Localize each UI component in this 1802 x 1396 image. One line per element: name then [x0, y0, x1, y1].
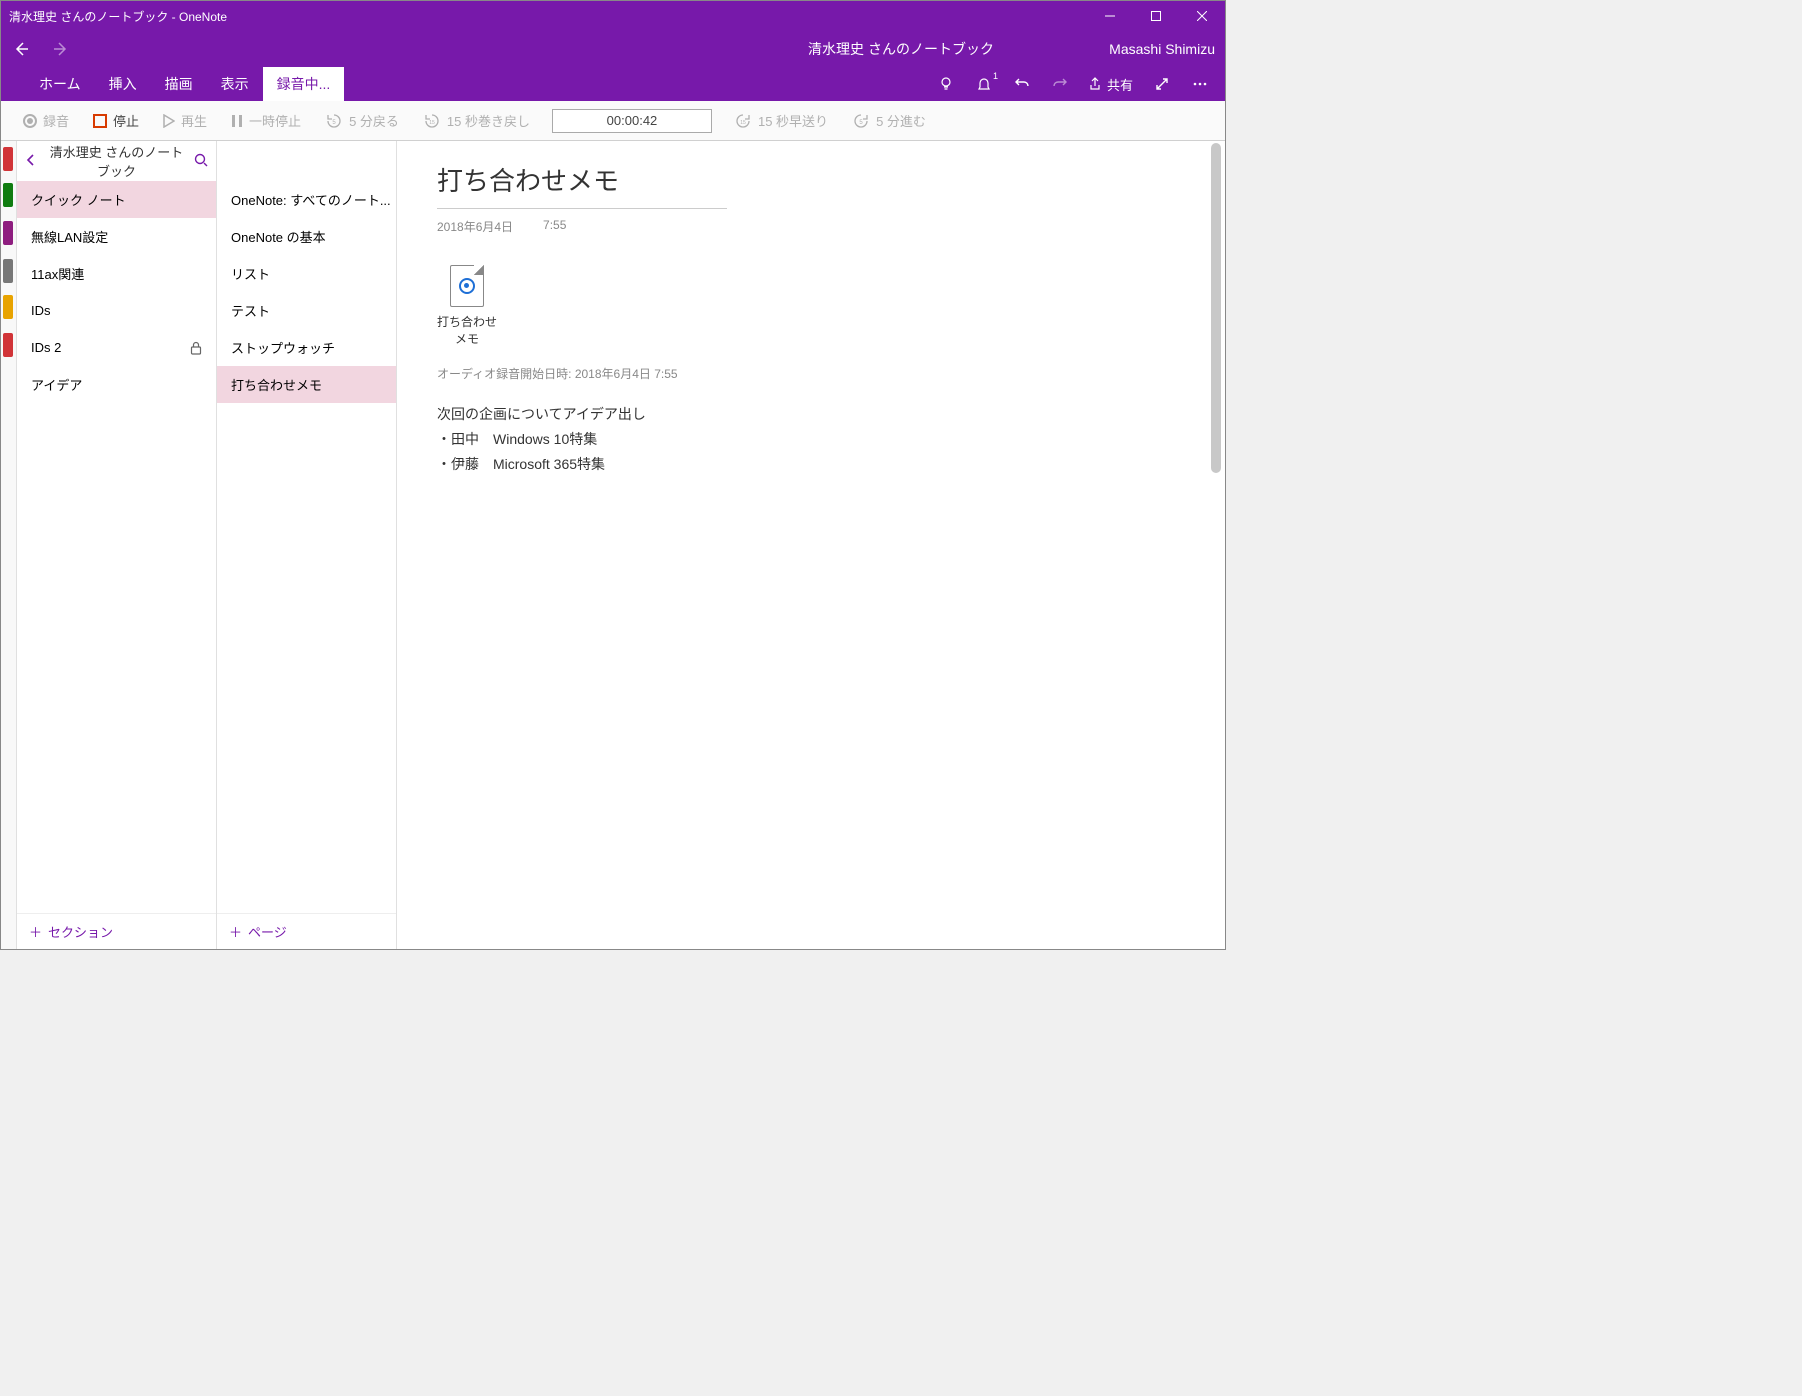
fwd-5min-button: 55 分進む	[842, 105, 936, 137]
page-item[interactable]: 打ち合わせメモ	[217, 366, 396, 403]
pause-icon	[231, 114, 243, 128]
header-row: 清水理史 さんのノートブック Masashi Shimizu	[1, 31, 1225, 67]
audio-start-info: オーディオ録音開始日時: 2018年6月4日 7:55	[437, 365, 1185, 382]
pages-panel: OneNote: すべてのノート... OneNote の基本 リスト テスト …	[217, 141, 397, 949]
notification-badge: 1	[993, 71, 998, 81]
titlebar: 清水理史 さんのノートブック - OneNote	[1, 1, 1225, 31]
gutter-tab[interactable]	[3, 147, 13, 171]
page-item[interactable]: リスト	[217, 255, 396, 292]
section-item[interactable]: アイデア	[17, 366, 216, 403]
tab-insert[interactable]: 挿入	[95, 67, 151, 101]
svg-text:15: 15	[740, 120, 746, 126]
tabs: ホーム 挿入 描画 表示 録音中...	[1, 67, 344, 101]
recording-timer: 00:00:42	[552, 109, 712, 133]
note-body[interactable]: 次回の企画についてアイデア出し ・田中 Windows 10特集 ・伊藤 Mic…	[437, 402, 1185, 478]
body: 清水理史 さんのノートブック クイック ノート 無線LAN設定 11ax関連 I…	[1, 141, 1225, 949]
forward-icon: 5	[852, 112, 870, 130]
nav-back-button[interactable]	[1, 31, 41, 67]
maximize-button[interactable]	[1133, 1, 1179, 31]
page-canvas[interactable]: 打ち合わせメモ 2018年6月4日 7:55 打ち合わせ メモ オーディオ録音開…	[397, 141, 1225, 949]
stop-button[interactable]: 停止	[83, 105, 149, 137]
rewind-icon: 5	[325, 112, 343, 130]
plus-icon: ＋	[29, 922, 42, 941]
share-label: 共有	[1107, 75, 1133, 94]
note-line: ・田中 Windows 10特集	[437, 427, 1185, 452]
gutter-tab[interactable]	[3, 259, 13, 283]
fullscreen-icon[interactable]	[1143, 67, 1181, 101]
notebook-name[interactable]: 清水理史 さんのノートブック	[49, 142, 184, 180]
gutter-tab[interactable]	[3, 295, 13, 319]
tab-row: ホーム 挿入 描画 表示 録音中... 1 共有	[1, 67, 1225, 101]
notifications-icon[interactable]: 1	[965, 67, 1003, 101]
search-button[interactable]	[184, 153, 208, 170]
section-item[interactable]: 無線LAN設定	[17, 218, 216, 255]
fwd-15sec-button: 1515 秒早送り	[724, 105, 838, 137]
audio-attachment[interactable]: 打ち合わせ メモ	[437, 265, 497, 347]
page-meta: 2018年6月4日 7:55	[437, 211, 1185, 265]
back-5min-button: 55 分戻る	[315, 105, 409, 137]
plus-icon: ＋	[229, 922, 242, 941]
attachment-label: 打ち合わせ	[437, 313, 497, 330]
page-title[interactable]: 打ち合わせメモ	[437, 161, 727, 202]
back-15sec-button: 1515 秒巻き戻し	[413, 105, 540, 137]
sections-panel: 清水理史 さんのノートブック クイック ノート 無線LAN設定 11ax関連 I…	[17, 141, 217, 949]
section-item[interactable]: 11ax関連	[17, 255, 216, 292]
play-icon	[163, 114, 175, 128]
section-color-gutter	[1, 141, 17, 949]
svg-text:15: 15	[429, 120, 435, 126]
section-item[interactable]: IDs 2	[17, 329, 216, 366]
scrollbar-thumb[interactable]	[1211, 143, 1221, 473]
stop-icon	[93, 114, 107, 128]
tab-home[interactable]: ホーム	[25, 67, 95, 101]
user-name[interactable]: Masashi Shimizu	[1109, 41, 1215, 57]
audio-ribbon: 録音 停止 再生 一時停止 55 分戻る 1515 秒巻き戻し 00:00:42…	[1, 101, 1225, 141]
tab-recording[interactable]: 録音中...	[263, 67, 345, 101]
undo-icon[interactable]	[1003, 67, 1041, 101]
lock-icon	[190, 341, 202, 355]
note-line: ・伊藤 Microsoft 365特集	[437, 452, 1185, 477]
redo-icon[interactable]	[1041, 67, 1079, 101]
gutter-tab[interactable]	[3, 183, 13, 207]
close-button[interactable]	[1179, 1, 1225, 31]
section-item[interactable]: クイック ノート	[17, 181, 216, 218]
scrollbar[interactable]	[1209, 143, 1223, 947]
add-page-button[interactable]: ＋ページ	[217, 913, 396, 949]
tab-draw[interactable]: 描画	[151, 67, 207, 101]
add-section-button[interactable]: ＋セクション	[17, 913, 216, 949]
page-item[interactable]: OneNote: すべてのノート...	[217, 181, 396, 218]
svg-text:5: 5	[332, 120, 336, 126]
lightbulb-icon[interactable]	[927, 67, 965, 101]
attachment-label: メモ	[455, 330, 479, 347]
notebook-title[interactable]: 清水理史 さんのノートブック	[808, 39, 994, 59]
play-button: 再生	[153, 105, 217, 137]
share-button[interactable]: 共有	[1079, 75, 1143, 94]
minimize-button[interactable]	[1087, 1, 1133, 31]
record-icon	[23, 114, 37, 128]
page-item[interactable]: OneNote の基本	[217, 218, 396, 255]
more-icon[interactable]	[1181, 67, 1219, 101]
record-button: 録音	[13, 105, 79, 137]
sections-list: クイック ノート 無線LAN設定 11ax関連 IDs IDs 2 アイデア	[17, 181, 216, 913]
notebook-header: 清水理史 さんのノートブック	[17, 141, 216, 181]
window-title: 清水理史 さんのノートブック - OneNote	[1, 8, 227, 25]
gutter-tab[interactable]	[3, 333, 13, 357]
app-window: 清水理史 さんのノートブック - OneNote 清水理史 さんのノートブック …	[0, 0, 1226, 950]
nav-forward-button[interactable]	[41, 31, 81, 67]
pages-list: OneNote: すべてのノート... OneNote の基本 リスト テスト …	[217, 141, 396, 913]
section-item[interactable]: IDs	[17, 292, 216, 329]
tab-view[interactable]: 表示	[207, 67, 263, 101]
page-time: 7:55	[543, 218, 566, 235]
gutter-tab[interactable]	[3, 221, 13, 245]
forward-icon: 15	[734, 112, 752, 130]
pause-button: 一時停止	[221, 105, 311, 137]
page-item[interactable]: ストップウォッチ	[217, 329, 396, 366]
header-actions: 1 共有	[927, 67, 1225, 101]
page-item[interactable]: テスト	[217, 292, 396, 329]
page-date: 2018年6月4日	[437, 218, 513, 235]
svg-text:5: 5	[859, 120, 863, 126]
notebook-back-button[interactable]	[25, 154, 49, 169]
note-line: 次回の企画についてアイデア出し	[437, 402, 1185, 427]
rewind-icon: 15	[423, 112, 441, 130]
audio-file-icon	[450, 265, 484, 307]
